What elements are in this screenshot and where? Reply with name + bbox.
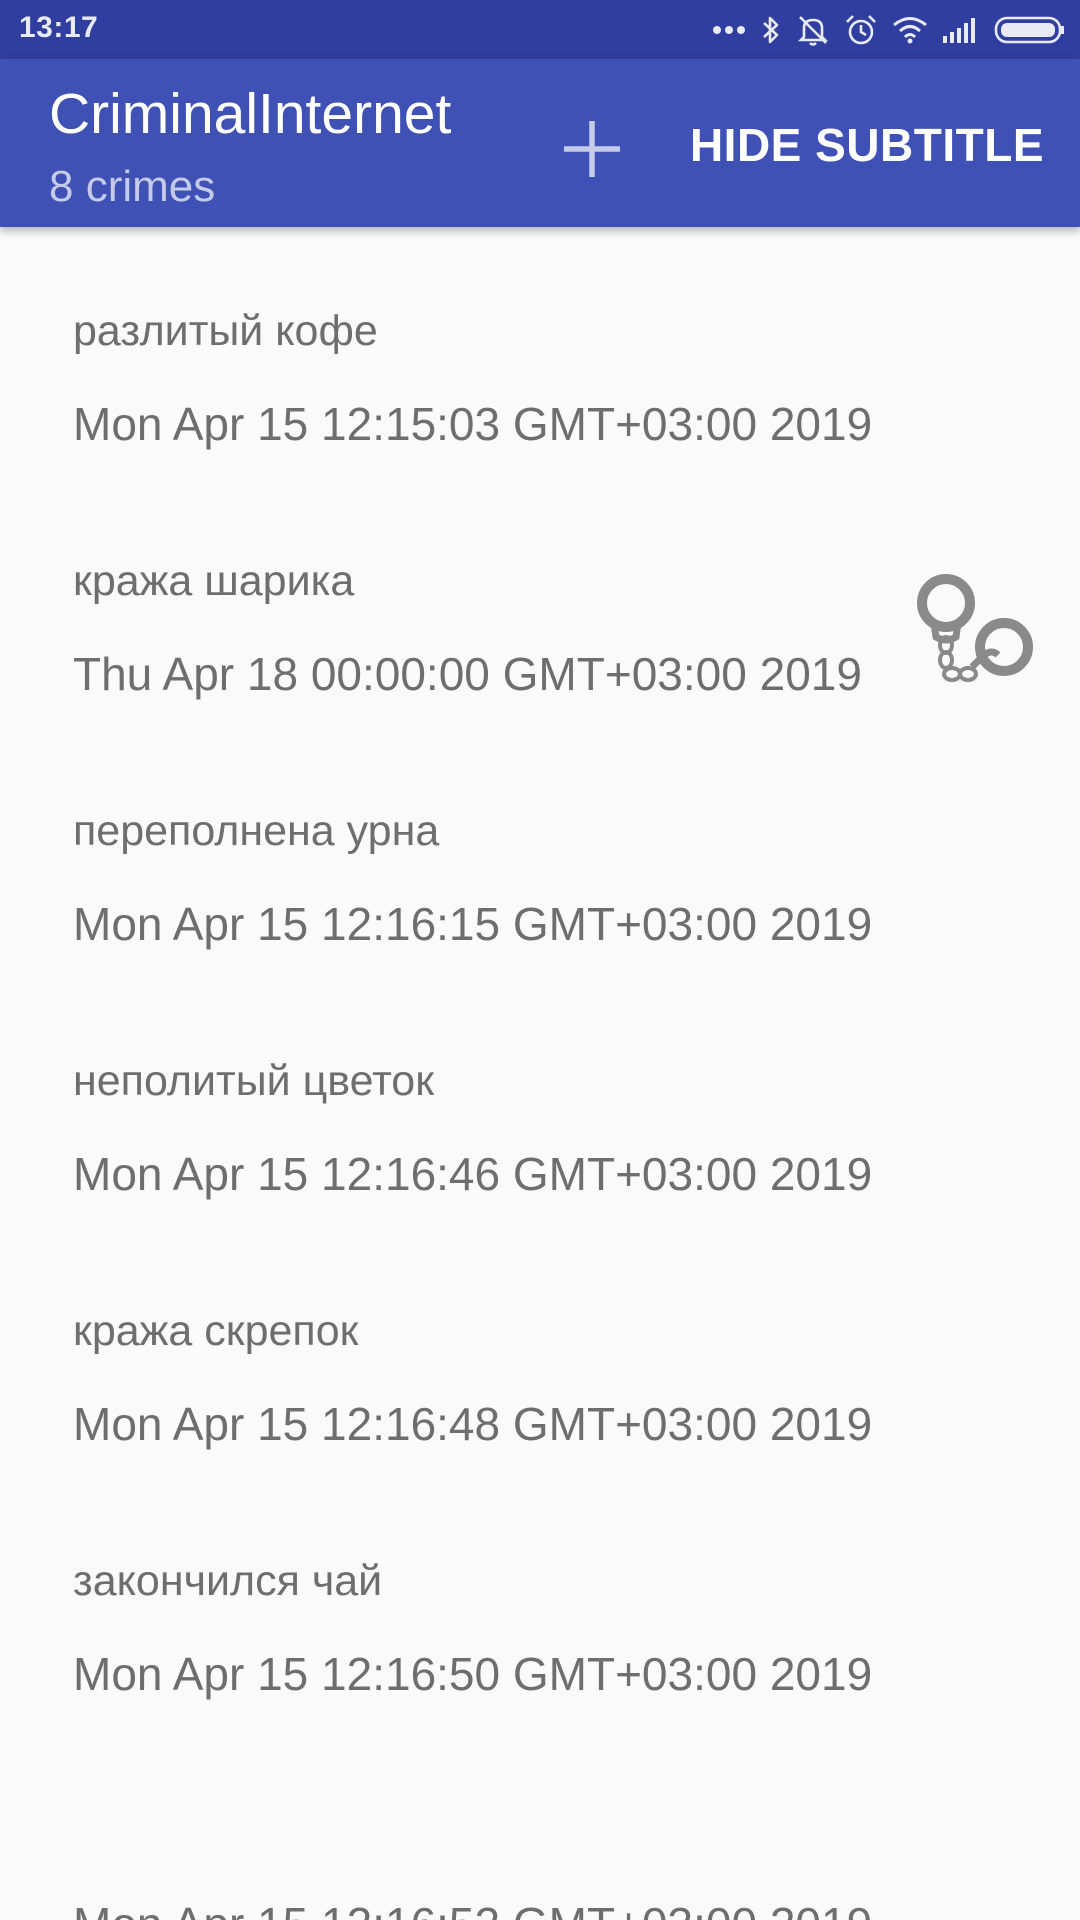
crime-date: Thu Apr 18 00:00:00 GMT+03:00 2019	[73, 648, 862, 700]
crime-date: Mon Apr 15 12:16:48 GMT+03:00 2019	[73, 1398, 873, 1450]
crime-list-item[interactable]: кража шарика Thu Apr 18 00:00:00 GMT+03:…	[0, 477, 1080, 727]
status-bar: 13:17	[0, 0, 1080, 59]
crime-list-item[interactable]: Mon Apr 15 12:16:52 GMT+03:00 2019	[0, 1727, 1080, 1920]
crime-title: неполитый цветок	[73, 1057, 435, 1105]
app-bar: CriminalInternet 8 crimes HIDE SUBTITLE	[0, 59, 1080, 227]
add-crime-button[interactable]	[552, 109, 632, 189]
silent-icon	[796, 13, 830, 47]
alarm-icon	[844, 13, 878, 47]
app-subtitle: 8 crimes	[49, 162, 216, 211]
crime-title: закончился чай	[73, 1557, 383, 1605]
crime-list[interactable]: разлитый кофе Mon Apr 15 12:15:03 GMT+03…	[0, 227, 1080, 1920]
wifi-icon	[892, 15, 928, 45]
crime-list-item[interactable]: неполитый цветок Mon Apr 15 12:16:46 GMT…	[0, 977, 1080, 1227]
battery-icon	[994, 15, 1066, 45]
crime-list-item[interactable]: кража скрепок Mon Apr 15 12:16:48 GMT+03…	[0, 1227, 1080, 1477]
crime-date: Mon Apr 15 12:16:15 GMT+03:00 2019	[73, 898, 873, 950]
crime-date: Mon Apr 15 12:16:50 GMT+03:00 2019	[73, 1648, 873, 1700]
crime-title: переполнена урна	[73, 807, 440, 855]
handcuffs-icon	[917, 574, 1033, 682]
crime-date: Mon Apr 15 12:15:03 GMT+03:00 2019	[73, 398, 873, 450]
crime-list-item[interactable]: закончился чай Mon Apr 15 12:16:50 GMT+0…	[0, 1477, 1080, 1727]
bluetooth-icon	[760, 14, 782, 46]
crime-date: Mon Apr 15 12:16:52 GMT+03:00 2019	[73, 1897, 872, 1920]
hide-subtitle-button[interactable]: HIDE SUBTITLE	[690, 115, 1044, 175]
more-dots-icon	[712, 25, 746, 35]
app-title: CriminalInternet	[49, 82, 452, 146]
plus-icon	[564, 121, 620, 177]
crime-date: Mon Apr 15 12:16:46 GMT+03:00 2019	[73, 1148, 873, 1200]
crime-title: кража шарика	[73, 557, 355, 605]
signal-icon	[942, 16, 980, 44]
crime-list-item[interactable]: переполнена урна Mon Apr 15 12:16:15 GMT…	[0, 727, 1080, 977]
status-icons	[698, 10, 1066, 50]
crime-list-item[interactable]: разлитый кофе Mon Apr 15 12:15:03 GMT+03…	[0, 227, 1080, 477]
crime-title: кража скрепок	[73, 1307, 359, 1355]
status-time: 13:17	[19, 11, 99, 44]
crime-title: разлитый кофе	[73, 307, 378, 355]
